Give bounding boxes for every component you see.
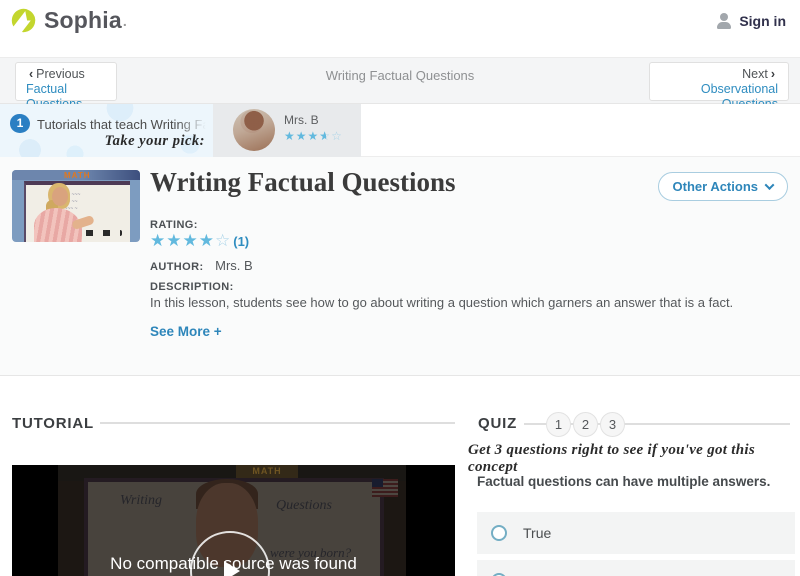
quiz-question: Factual questions can have multiple answ… — [477, 474, 771, 489]
teacher-rating-stars: ★★★☆ ★ ☆ — [284, 129, 343, 143]
next-lesson-button[interactable]: Next› Observational Questions — [649, 62, 789, 111]
option-label: True — [523, 525, 552, 541]
rating-row: ★★★★☆ (1) — [150, 231, 249, 251]
sophia-logo[interactable]: Sophia . — [10, 7, 127, 34]
next-label: Next — [742, 67, 768, 81]
teacher-name: Mrs. B — [284, 113, 319, 127]
banner-tagline: Take your pick: — [104, 133, 205, 149]
video-player[interactable]: MATH Writing Questions were you born? No… — [12, 465, 455, 576]
quiz-subtitle: Get 3 questions right to see if you've g… — [468, 442, 756, 475]
author-label: AUTHOR: — [150, 261, 204, 273]
other-actions-label: Other Actions — [672, 179, 758, 194]
tutorial-count-badge: 1 — [10, 114, 30, 133]
header: Sophia . Sign in — [0, 0, 800, 57]
previous-label: Previous — [36, 67, 85, 81]
lesson-navbar: Writing Factual Questions ‹ Previous Fact… — [0, 57, 800, 111]
page: Sophia . Sign in Writing Factual Questio… — [0, 0, 800, 576]
description-label: DESCRIPTION: — [150, 281, 234, 293]
tutorial-rule — [100, 422, 455, 424]
author-name: Mrs. B — [215, 258, 253, 273]
sign-in-label: Sign in — [739, 13, 786, 29]
thumb-math-sign: MATH — [64, 171, 91, 180]
author-row: AUTHOR: Mrs. B — [150, 258, 253, 273]
video-error-message: No compatible source was found — [110, 554, 357, 573]
quiz-step-1: 1 — [546, 412, 571, 437]
quiz-step-3: 3 — [600, 412, 625, 437]
quiz-section-heading: QUIZ — [478, 415, 518, 432]
description-text: In this lesson, students see how to go a… — [150, 295, 734, 310]
chevron-right-icon: › — [770, 67, 775, 81]
chevron-left-icon: ‹ — [29, 67, 34, 81]
sign-in-button[interactable]: Sign in — [716, 13, 786, 29]
see-more-link[interactable]: See More + — [150, 324, 222, 339]
rating-label: RATING: — [150, 219, 198, 231]
tutorials-banner-intro: 1 Tutorials that teach Writing Fact Take… — [0, 104, 213, 157]
sophia-logo-icon — [11, 7, 37, 34]
teacher-avatar — [233, 109, 275, 151]
chevron-down-icon — [764, 180, 775, 191]
rating-stars: ★★★★☆ — [150, 231, 232, 250]
logo-text: Sophia — [44, 7, 122, 33]
logo-dot: . — [122, 12, 127, 29]
lesson-hero: MATH ~ ~~ ~~~~~ ~ ~~~ ~~~ ~ Writing Fact… — [0, 157, 800, 376]
quiz-step-2: 2 — [573, 412, 598, 437]
teacher-card-mrs-b[interactable]: Mrs. B ★★★☆ ★ ☆ — [213, 104, 361, 157]
rating-count[interactable]: (1) — [233, 234, 249, 249]
radio-button[interactable] — [491, 525, 507, 541]
tutorial-section-heading: TUTORIAL — [12, 415, 94, 432]
person-icon — [716, 13, 732, 29]
quiz-option-true[interactable]: True — [477, 512, 795, 554]
other-actions-button[interactable]: Other Actions — [657, 172, 788, 201]
previous-lesson-button[interactable]: ‹Previous Factual Questions — [15, 62, 117, 111]
quiz-option-false[interactable]: False — [477, 560, 795, 576]
lesson-thumbnail: MATH ~ ~~ ~~~~~ ~ ~~~ ~~~ ~ — [12, 170, 140, 242]
tutorials-banner: 1 Tutorials that teach Writing Fact Take… — [0, 104, 800, 157]
page-title: Writing Factual Questions — [150, 167, 456, 197]
